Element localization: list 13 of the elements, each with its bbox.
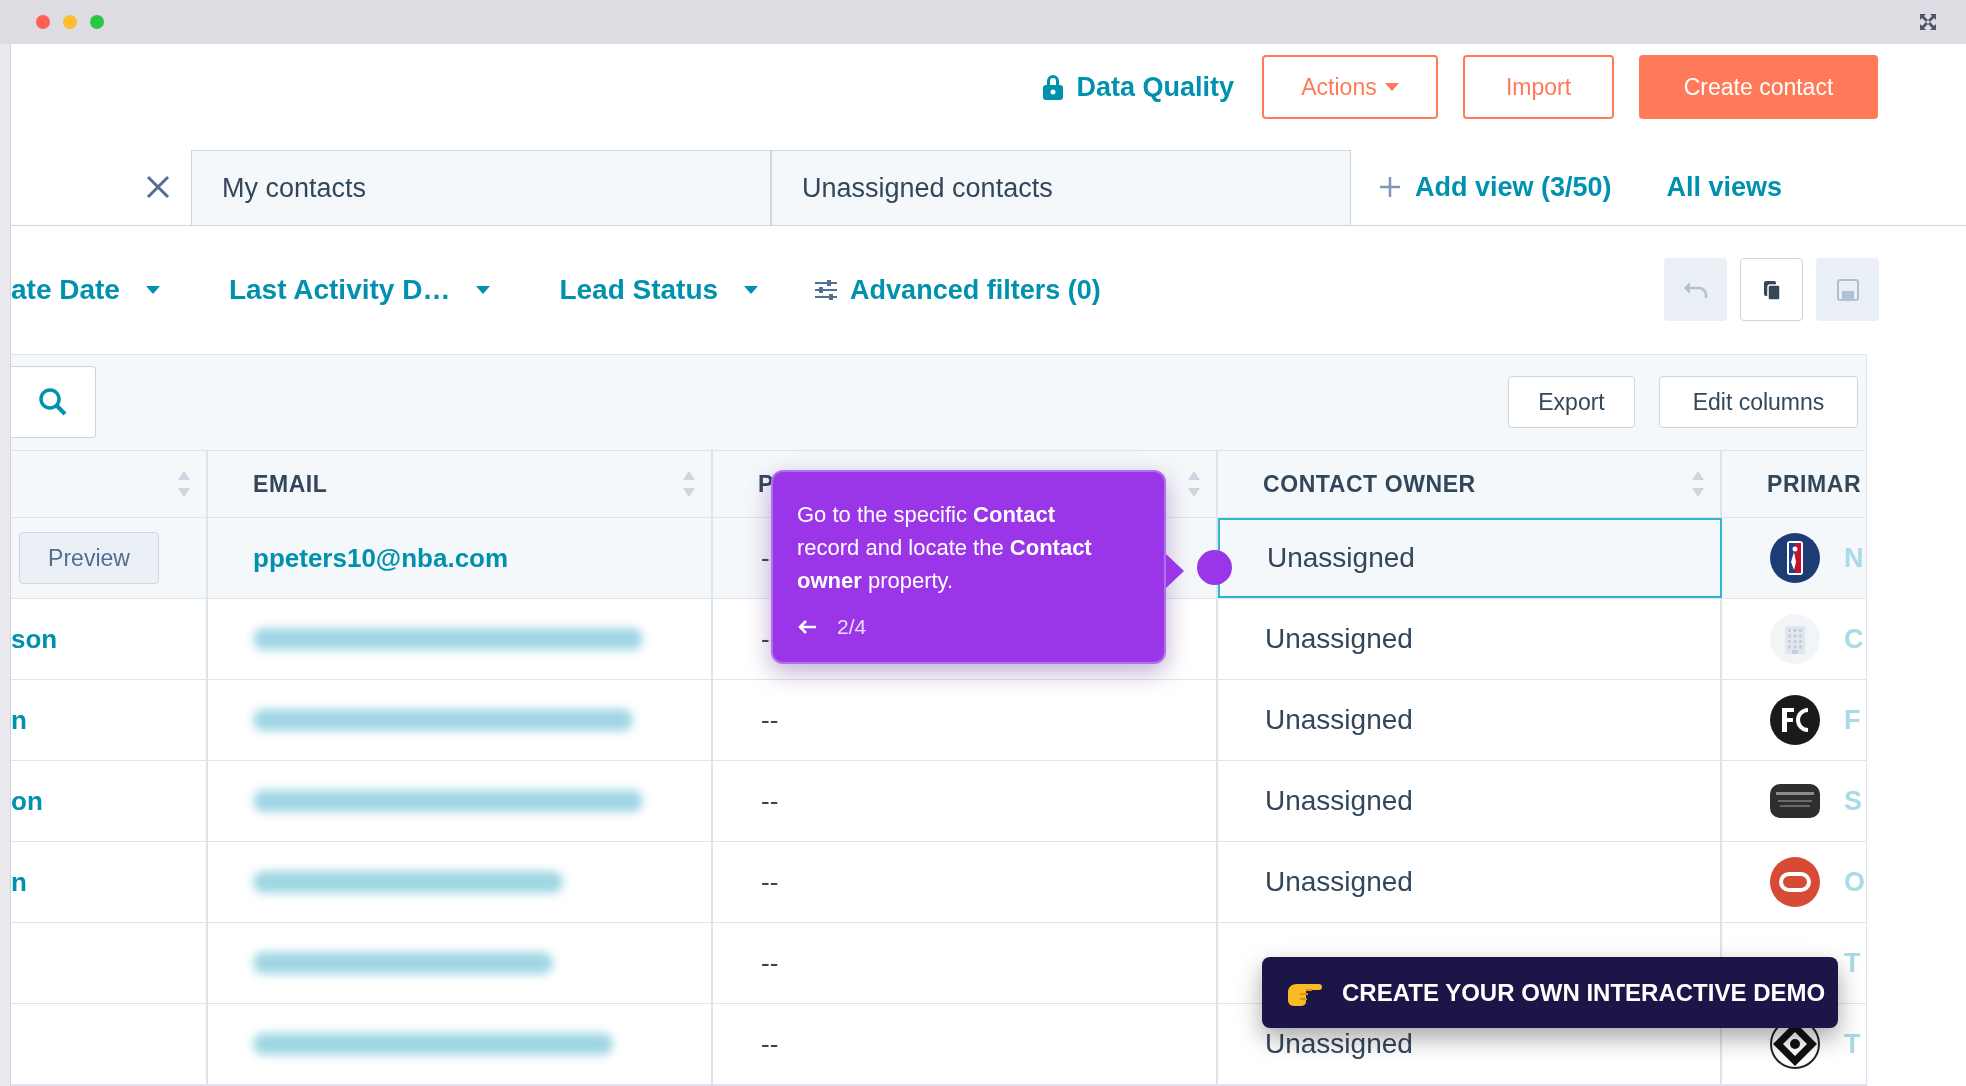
owner-text: Unassigned: [1265, 703, 1413, 737]
owner-text: Unassigned: [1265, 1027, 1413, 1061]
table-cell-text: --: [761, 946, 779, 980]
owner-text: Unassigned: [1265, 865, 1413, 899]
table-cell-text: --: [761, 865, 779, 899]
step-counter: 2/4: [837, 614, 867, 640]
owner-text: Unassigned: [1265, 622, 1413, 656]
tooltip-text: Go to the specific Contact record and locate the Contact owner property.: [797, 501, 1093, 595]
owner-text: Unassigned: [1265, 784, 1413, 818]
table-cell-text: --: [761, 784, 779, 818]
table-cell-text: --: [761, 1027, 779, 1061]
table-cell-text: --: [761, 703, 779, 737]
owner-text: Unassigned: [1267, 541, 1415, 575]
